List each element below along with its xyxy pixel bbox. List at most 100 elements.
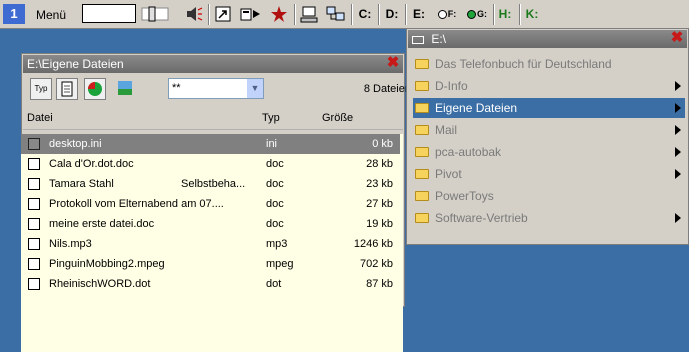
drive-f-button[interactable]: F: xyxy=(433,4,461,24)
table-row[interactable]: Tamara Stahl Selbstbeha... doc 23 kb xyxy=(21,174,400,194)
chevron-right-icon[interactable] xyxy=(675,103,681,113)
filter-select[interactable]: ** ▼ xyxy=(168,78,264,99)
row-checkbox[interactable] xyxy=(28,138,40,150)
file-name: meine erste datei.doc xyxy=(49,218,155,230)
drive-e-button[interactable]: E: xyxy=(408,4,430,24)
folder-window-titlebar[interactable]: E:\ ✖ xyxy=(408,30,687,48)
folder-item[interactable]: pca-autobak xyxy=(413,142,685,162)
folder-item[interactable]: Pivot xyxy=(413,164,685,184)
desktop-number-button[interactable]: 1 xyxy=(3,4,25,24)
window-icon xyxy=(412,35,424,44)
file-size: 702 kb xyxy=(359,258,393,270)
drive-g-button[interactable]: G: xyxy=(463,4,491,24)
tasks-icon[interactable] xyxy=(238,4,264,24)
folder-icon xyxy=(415,81,429,91)
drive-h-button[interactable]: H: xyxy=(494,4,516,24)
folder-window: E:\ ✖ Das Telefonbuch für Deutschland D-… xyxy=(406,28,689,245)
disc-icon xyxy=(467,9,476,19)
file-name: PinguinMobbing2.mpeg xyxy=(49,258,165,270)
row-checkbox[interactable] xyxy=(28,178,40,190)
row-checkbox[interactable] xyxy=(28,278,40,290)
file-type: ini xyxy=(266,138,278,150)
folder-name: PowerToys xyxy=(435,189,494,203)
image-icon[interactable] xyxy=(114,78,136,100)
table-row[interactable]: PinguinMobbing2.mpeg mpeg 702 kb xyxy=(21,254,400,274)
row-checkbox[interactable] xyxy=(28,238,40,250)
folder-name: pca-autobak xyxy=(435,145,502,159)
folder-item[interactable]: PowerToys xyxy=(413,186,685,206)
folder-icon xyxy=(415,59,429,69)
file-name: desktop.ini xyxy=(49,138,102,150)
column-header: Datei Typ Größe xyxy=(23,108,403,130)
chevron-right-icon[interactable] xyxy=(675,169,681,179)
command-input[interactable] xyxy=(82,4,136,23)
chart-icon[interactable] xyxy=(84,78,106,100)
network-icon[interactable] xyxy=(324,4,348,24)
row-checkbox[interactable] xyxy=(28,158,40,170)
speaker-icon[interactable] xyxy=(183,4,205,24)
drive-f-label: F: xyxy=(447,9,457,19)
column-type-header[interactable]: Typ xyxy=(262,112,280,124)
star-icon[interactable] xyxy=(268,4,290,24)
folder-item[interactable]: Software-Vertrieb xyxy=(413,208,685,228)
file-size: 19 kb xyxy=(366,218,393,230)
folder-icon xyxy=(415,103,429,113)
table-row[interactable]: RheinischWORD.dot dot 87 kb xyxy=(21,274,400,294)
folder-icon xyxy=(415,213,429,223)
slider-icon[interactable] xyxy=(140,4,170,24)
drive-c-button[interactable]: C: xyxy=(354,4,376,24)
file-window-titlebar[interactable]: E:\Eigene Dateien ✖ xyxy=(23,55,403,73)
file-name: Nils.mp3 xyxy=(49,238,92,250)
file-size: 27 kb xyxy=(366,198,393,210)
file-type: mp3 xyxy=(266,238,288,250)
type-sort-button[interactable]: Typ xyxy=(30,78,52,100)
menu-button[interactable]: Menü xyxy=(36,8,66,22)
column-name-header[interactable]: Datei xyxy=(27,112,53,124)
file-list: desktop.ini ini 0 kb Cala d'Or.dot.doc d… xyxy=(21,134,403,352)
file-name: Cala d'Or.dot.doc xyxy=(49,158,134,170)
chevron-right-icon[interactable] xyxy=(675,125,681,135)
close-icon[interactable]: ✖ xyxy=(670,30,684,45)
row-checkbox[interactable] xyxy=(28,218,40,230)
chevron-right-icon[interactable] xyxy=(675,81,681,91)
file-size: 28 kb xyxy=(366,158,393,170)
folder-name: Software-Vertrieb xyxy=(435,211,528,225)
drive-d-button[interactable]: D: xyxy=(381,4,403,24)
column-size-header[interactable]: Größe xyxy=(322,112,353,124)
chevron-down-icon[interactable]: ▼ xyxy=(247,79,263,98)
filter-value: ** xyxy=(172,82,181,94)
file-type: doc xyxy=(266,218,284,230)
file-size: 87 kb xyxy=(366,278,393,290)
table-row[interactable]: meine erste datei.doc doc 19 kb xyxy=(21,214,400,234)
document-icon[interactable] xyxy=(56,78,78,100)
chevron-right-icon[interactable] xyxy=(675,147,681,157)
folder-item[interactable]: Eigene Dateien xyxy=(413,98,685,118)
file-type: mpeg xyxy=(266,258,294,270)
row-checkbox[interactable] xyxy=(28,198,40,210)
folder-item[interactable]: Das Telefonbuch für Deutschland xyxy=(413,54,685,74)
chevron-right-icon[interactable] xyxy=(675,213,681,223)
file-type: dot xyxy=(266,278,282,290)
table-row[interactable]: desktop.ini ini 0 kb xyxy=(21,134,400,154)
file-type: doc xyxy=(266,158,284,170)
table-row[interactable]: Cala d'Or.dot.doc doc 28 kb xyxy=(21,154,400,174)
folder-name: D-Info xyxy=(435,79,468,93)
disc-icon xyxy=(437,9,447,19)
file-name: Tamara Stahl xyxy=(49,178,114,190)
folder-window-title: E:\ xyxy=(431,32,447,46)
drive-k-button[interactable]: K: xyxy=(521,4,543,24)
row-checkbox[interactable] xyxy=(28,258,40,270)
folder-item[interactable]: D-Info xyxy=(413,76,685,96)
file-window-title: E:\Eigene Dateien xyxy=(27,57,124,71)
computer-icon[interactable] xyxy=(298,4,320,24)
folder-icon xyxy=(415,169,429,179)
top-toolbar: 1 Menü C: D: E: F: G: H: K: xyxy=(0,0,689,29)
table-row[interactable]: Nils.mp3 mp3 1246 kb xyxy=(21,234,400,254)
file-type: doc xyxy=(266,198,284,210)
table-row[interactable]: Protokoll vom Elternabend am 07.... doc … xyxy=(21,194,400,214)
file-name-extra: Selbstbeha... xyxy=(181,178,246,190)
folder-item[interactable]: Mail xyxy=(413,120,685,140)
close-icon[interactable]: ✖ xyxy=(386,55,400,70)
file-name: RheinischWORD.dot xyxy=(49,278,151,290)
shortcut-icon[interactable] xyxy=(213,4,233,24)
